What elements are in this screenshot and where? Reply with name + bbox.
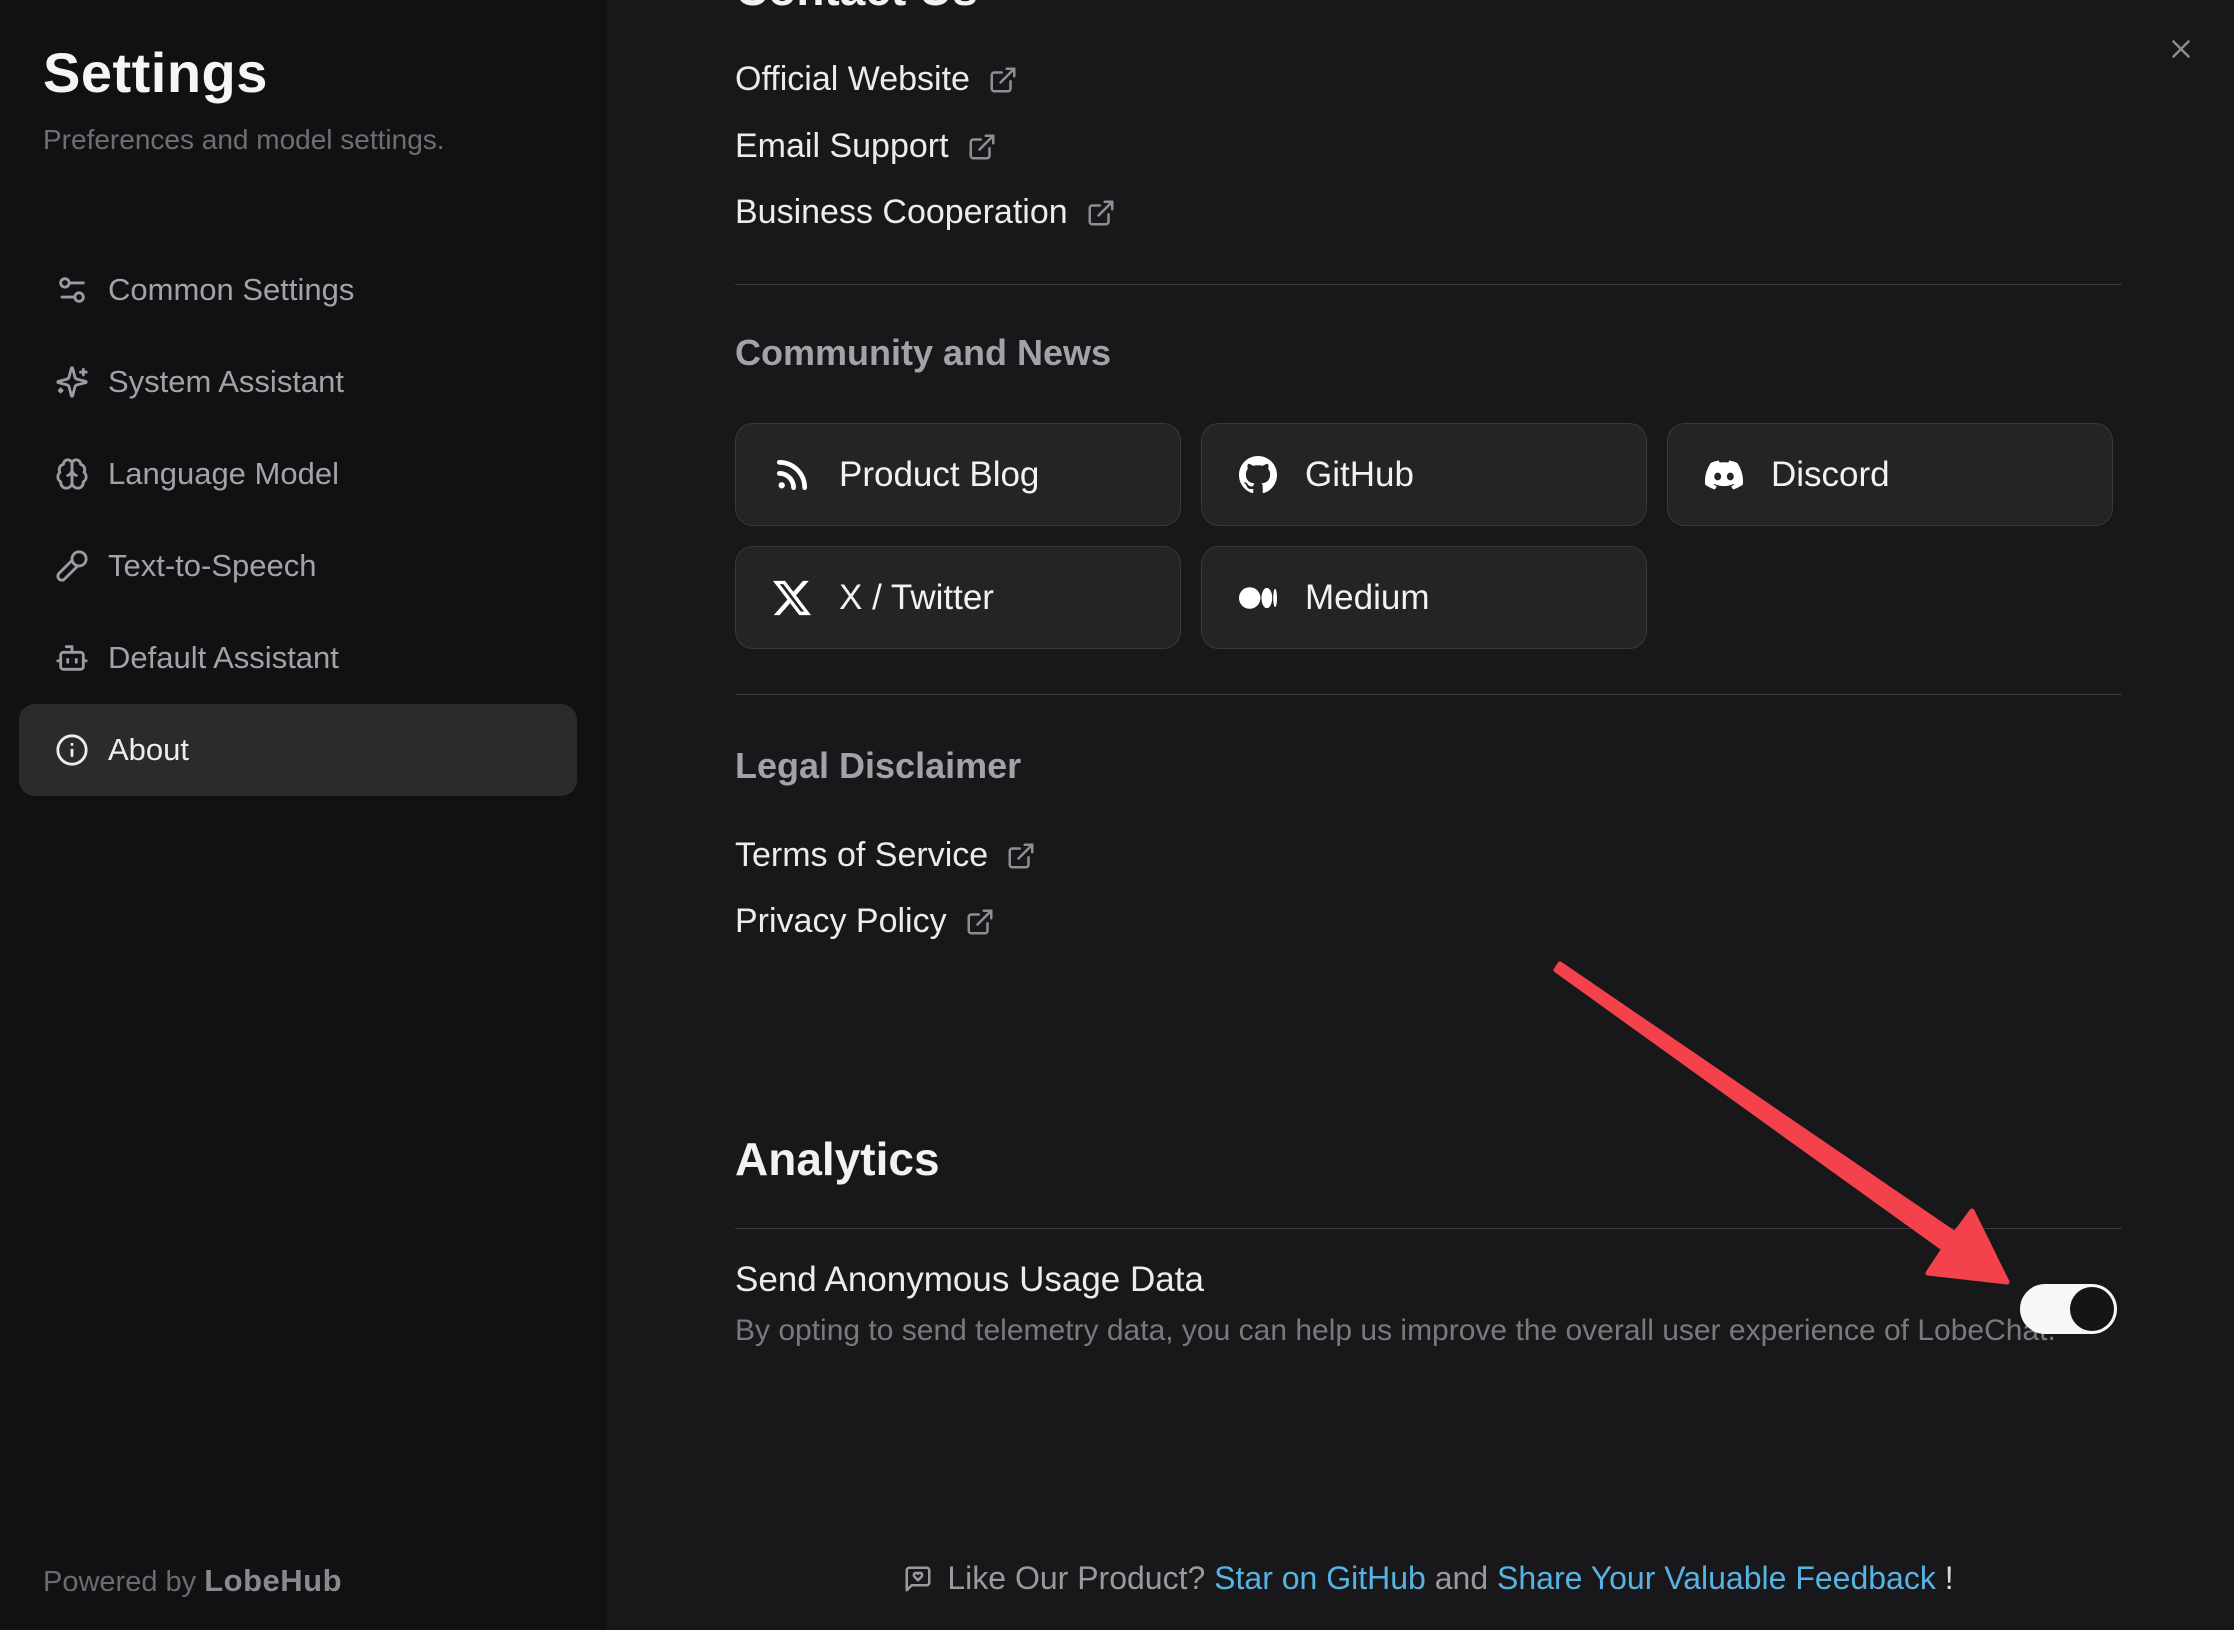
sidebar-item-label: Common Settings bbox=[108, 272, 354, 308]
external-link-icon bbox=[1086, 198, 1116, 228]
sidebar-item-label: About bbox=[108, 732, 189, 768]
mic-icon bbox=[55, 549, 89, 583]
official-website-link[interactable]: Official Website bbox=[735, 60, 1018, 99]
share-feedback-link[interactable]: Share Your Valuable Feedback bbox=[1497, 1560, 1936, 1596]
sidebar-item-label: System Assistant bbox=[108, 364, 344, 400]
legal-heading: Legal Disclaimer bbox=[735, 745, 1021, 787]
banner-prefix: Like Our Product? bbox=[947, 1560, 1205, 1596]
product-blog-button[interactable]: Product Blog bbox=[735, 423, 1181, 526]
bottom-banner: Like Our Product? Star on GitHub and Sha… bbox=[735, 1560, 2122, 1597]
feedback-bubble-icon bbox=[903, 1564, 933, 1594]
sidebar-item-label: Default Assistant bbox=[108, 640, 339, 676]
banner-suffix: ! bbox=[1945, 1560, 1954, 1596]
sidebar-item-language-model[interactable]: Language Model bbox=[19, 428, 577, 520]
external-link-icon bbox=[967, 132, 997, 162]
terms-of-service-label: Terms of Service bbox=[735, 836, 988, 875]
button-label: X / Twitter bbox=[839, 578, 994, 618]
brain-icon bbox=[55, 457, 89, 491]
page-title: Settings bbox=[43, 40, 268, 105]
community-heading: Community and News bbox=[735, 332, 1111, 374]
sidebar-item-common-settings[interactable]: Common Settings bbox=[19, 244, 577, 336]
star-on-github-link[interactable]: Star on GitHub bbox=[1214, 1560, 1426, 1596]
discord-icon bbox=[1704, 455, 1744, 495]
sliders-icon bbox=[55, 273, 89, 307]
official-website-label: Official Website bbox=[735, 60, 970, 99]
settings-sidebar: Settings Preferences and model settings.… bbox=[0, 0, 607, 1630]
settings-page: Settings Preferences and model settings.… bbox=[0, 0, 2234, 1630]
external-link-icon bbox=[1006, 841, 1036, 871]
button-label: GitHub bbox=[1305, 455, 1414, 495]
business-cooperation-label: Business Cooperation bbox=[735, 193, 1068, 232]
rss-icon bbox=[772, 455, 812, 495]
github-icon bbox=[1238, 455, 1278, 495]
about-content: Contact Us Official Website Email Suppor… bbox=[735, 0, 2122, 1630]
button-label: Product Blog bbox=[839, 455, 1039, 495]
close-button[interactable] bbox=[2166, 34, 2196, 64]
discord-button[interactable]: Discord bbox=[1667, 423, 2113, 526]
sidebar-item-default-assistant[interactable]: Default Assistant bbox=[19, 612, 577, 704]
close-icon bbox=[2166, 34, 2196, 64]
email-support-label: Email Support bbox=[735, 127, 949, 166]
toggle-knob bbox=[2070, 1287, 2114, 1331]
terms-of-service-link[interactable]: Terms of Service bbox=[735, 836, 1036, 875]
powered-by-text: Powered by bbox=[43, 1566, 196, 1598]
button-label: Discord bbox=[1771, 455, 1890, 495]
sidebar-item-label: Language Model bbox=[108, 456, 339, 492]
community-buttons: Product Blog GitHub Discord bbox=[735, 423, 2113, 649]
x-twitter-icon bbox=[772, 578, 812, 618]
powered-by: Powered by LobeHub bbox=[43, 1563, 342, 1599]
sidebar-item-system-assistant[interactable]: System Assistant bbox=[19, 336, 577, 428]
telemetry-setting-title: Send Anonymous Usage Data bbox=[735, 1260, 1204, 1300]
x-twitter-button[interactable]: X / Twitter bbox=[735, 546, 1181, 649]
contact-us-heading: Contact Us bbox=[735, 0, 978, 16]
sparkles-icon bbox=[55, 365, 89, 399]
button-label: Medium bbox=[1305, 578, 1429, 618]
medium-button[interactable]: Medium bbox=[1201, 546, 1647, 649]
section-divider bbox=[735, 284, 2122, 285]
sidebar-item-label: Text-to-Speech bbox=[108, 548, 317, 584]
banner-conjunction: and bbox=[1435, 1560, 1488, 1596]
lobehub-brand[interactable]: LobeHub bbox=[204, 1563, 342, 1598]
bot-icon bbox=[55, 641, 89, 675]
privacy-policy-label: Privacy Policy bbox=[735, 902, 947, 941]
sidebar-item-text-to-speech[interactable]: Text-to-Speech bbox=[19, 520, 577, 612]
section-divider bbox=[735, 694, 2122, 695]
privacy-policy-link[interactable]: Privacy Policy bbox=[735, 902, 995, 941]
email-support-link[interactable]: Email Support bbox=[735, 127, 997, 166]
analytics-heading: Analytics bbox=[735, 1132, 940, 1186]
business-cooperation-link[interactable]: Business Cooperation bbox=[735, 193, 1116, 232]
section-divider bbox=[735, 1228, 2122, 1229]
external-link-icon bbox=[965, 907, 995, 937]
telemetry-toggle[interactable] bbox=[2020, 1284, 2117, 1334]
external-link-icon bbox=[988, 65, 1018, 95]
medium-icon bbox=[1238, 578, 1278, 618]
github-button[interactable]: GitHub bbox=[1201, 423, 1647, 526]
telemetry-setting-description: By opting to send telemetry data, you ca… bbox=[735, 1314, 2056, 1348]
info-icon bbox=[55, 733, 89, 767]
about-panel: Contact Us Official Website Email Suppor… bbox=[607, 0, 2234, 1630]
settings-nav: Common Settings System Assistant Languag… bbox=[19, 244, 577, 796]
page-subtitle: Preferences and model settings. bbox=[43, 124, 445, 156]
sidebar-item-about[interactable]: About bbox=[19, 704, 577, 796]
